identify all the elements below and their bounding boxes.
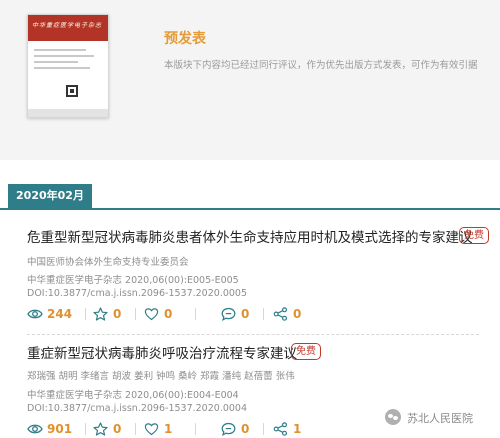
shares-count: 0	[293, 307, 302, 321]
stat-divider	[85, 308, 86, 320]
star-icon	[93, 422, 108, 436]
views-count: 244	[47, 307, 73, 321]
likes-count: 0	[164, 307, 173, 321]
views-stat: 244	[27, 306, 97, 322]
stat-divider	[195, 308, 196, 320]
watermark-text: 苏北人民医院	[407, 412, 473, 425]
stat-divider	[85, 423, 86, 435]
article-title-link[interactable]: 重症新型冠状病毒肺炎呼吸治疗流程专家建议	[27, 342, 297, 362]
article-journal: 中华重症医学电子杂志 2020,06(00):E004-E004	[27, 390, 239, 401]
share-icon	[273, 307, 288, 321]
share-button[interactable]: 1	[273, 421, 313, 437]
favorites-count: 0	[113, 307, 122, 321]
cover-band: 中华重症医学电子杂志	[28, 15, 108, 41]
comment-icon	[221, 422, 236, 436]
eye-icon	[27, 424, 43, 434]
comment-button[interactable]: 0	[221, 306, 261, 322]
heart-icon	[144, 308, 159, 321]
like-button[interactable]: 1	[144, 421, 184, 437]
article-separator	[27, 334, 479, 335]
cover-text-line	[34, 67, 90, 69]
comments-count: 0	[241, 307, 250, 321]
cover-text-line	[34, 61, 78, 63]
comments-count: 0	[241, 422, 250, 436]
month-tab[interactable]: 2020年02月	[8, 184, 92, 208]
favorites-count: 0	[113, 422, 122, 436]
article-item: 危重型新型冠状病毒肺炎患者体外生命支持应用时机及模式选择的专家建议 免费 中国医…	[0, 226, 500, 338]
stat-divider	[135, 308, 136, 320]
article-title-link[interactable]: 危重型新型冠状病毒肺炎患者体外生命支持应用时机及模式选择的专家建议	[27, 226, 473, 246]
section-title: 预发表	[164, 31, 206, 47]
comment-icon	[221, 307, 236, 321]
favorite-button[interactable]: 0	[93, 306, 133, 322]
section-description: 本版块下内容均已经过同行评议，作为优先出版方式发表，可作为有效引据	[164, 60, 478, 71]
shares-count: 1	[293, 422, 302, 436]
share-button[interactable]: 0	[273, 306, 313, 322]
free-badge: 免费	[459, 227, 489, 244]
cover-footer	[28, 109, 108, 117]
stat-divider	[263, 423, 264, 435]
stat-divider	[263, 308, 264, 320]
share-icon	[273, 422, 288, 436]
favorite-button[interactable]: 0	[93, 421, 133, 437]
journal-cover-image[interactable]: 中华重症医学电子杂志	[27, 14, 109, 118]
article-journal: 中华重症医学电子杂志 2020,06(00):E005-E005	[27, 275, 239, 286]
stat-divider	[135, 423, 136, 435]
views-stat: 901	[27, 421, 97, 437]
free-badge: 免费	[291, 343, 321, 360]
article-authors: 郑瑞强 胡明 李绪言 胡波 姜利 钟鸣 桑岭 郑霞 潘纯 赵蓓蕾 张伟	[27, 371, 295, 382]
article-doi[interactable]: DOI:10.3877/cma.j.issn.2096-1537.2020.00…	[27, 288, 247, 299]
cover-text-line	[34, 55, 94, 57]
article-doi[interactable]: DOI:10.3877/cma.j.issn.2096-1537.2020.00…	[27, 403, 247, 414]
qr-code-icon	[66, 85, 78, 97]
cover-title: 中华重症医学电子杂志	[32, 22, 103, 29]
article-authors: 中国医师协会体外生命支持专业委员会	[27, 257, 189, 268]
journal-header: 中华重症医学电子杂志 预发表 本版块下内容均已经过同行评议，作为优先出版方式发表…	[0, 0, 500, 160]
wechat-icon	[385, 409, 401, 425]
eye-icon	[27, 309, 43, 319]
article-stats: 244 0 0 0 0	[27, 306, 497, 322]
views-count: 901	[47, 422, 73, 436]
month-bar: 2020年02月	[0, 184, 500, 210]
likes-count: 1	[164, 422, 173, 436]
stat-divider	[195, 423, 196, 435]
cover-text-line	[34, 49, 86, 51]
like-button[interactable]: 0	[144, 306, 184, 322]
star-icon	[93, 307, 108, 321]
heart-icon	[144, 423, 159, 436]
comment-button[interactable]: 0	[221, 421, 261, 437]
